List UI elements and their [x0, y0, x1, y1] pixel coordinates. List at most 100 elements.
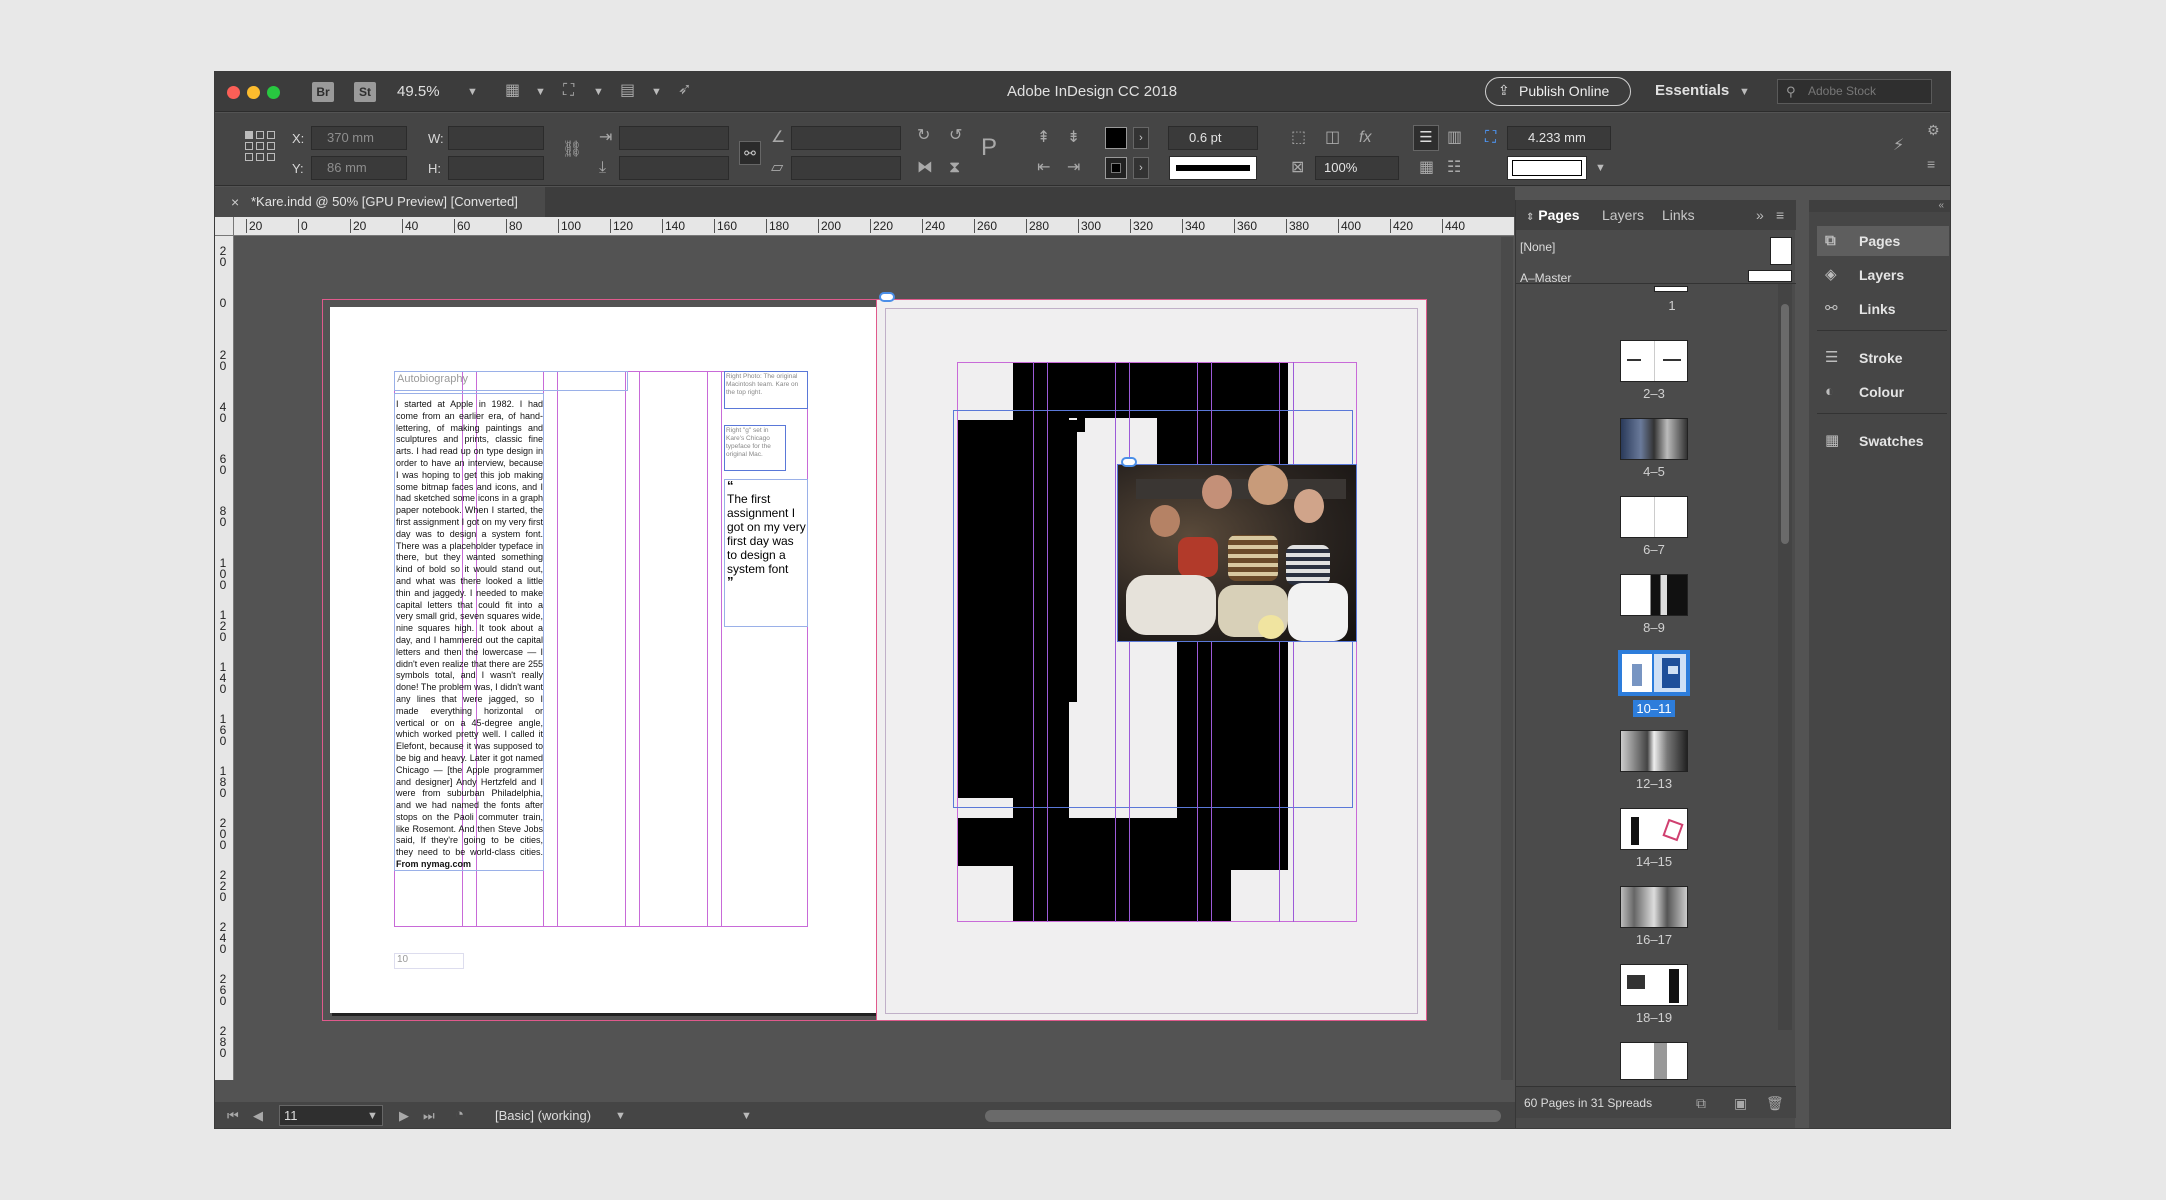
y-position-field[interactable]: 86 mm	[311, 156, 407, 180]
ruler-origin[interactable]	[215, 217, 234, 236]
scale-y-field[interactable]	[619, 156, 729, 180]
dock-collapse-icon[interactable]: «	[1809, 200, 1950, 212]
align-bottom-icon[interactable]: ☷	[1447, 159, 1461, 177]
link-badge-icon[interactable]	[879, 292, 895, 302]
dock-stroke[interactable]: ☰ Stroke	[1817, 343, 1949, 373]
scale-y-icon[interactable]: ⤓	[599, 159, 606, 177]
fill-swatch[interactable]	[1105, 127, 1127, 149]
stroke-weight-field[interactable]: 0.6 pt	[1168, 126, 1258, 150]
thumb-spread-4-5[interactable]	[1620, 418, 1688, 460]
tab-links[interactable]: Links	[1662, 200, 1695, 230]
page-number-folio[interactable]: 10	[394, 953, 464, 969]
thumb-page-1[interactable]	[1654, 286, 1688, 292]
adobe-stock-search[interactable]: ⚲ Adobe Stock	[1777, 79, 1932, 104]
first-page-icon[interactable]: ⏮	[227, 1107, 239, 1125]
zoom-window-button[interactable]	[267, 86, 280, 99]
align-top-icon[interactable]: ▦	[1419, 159, 1434, 177]
rotate-ccw-icon[interactable]: ↺	[949, 127, 962, 145]
flip-horizontal-icon[interactable]: ⧓	[917, 159, 933, 177]
quick-apply-icon[interactable]: ⚡	[1893, 137, 1904, 155]
next-page-icon[interactable]: ▶	[399, 1107, 409, 1125]
frame-fitting-icon[interactable]: ⬚	[1291, 129, 1306, 147]
view-options-icon[interactable]: ▦	[505, 82, 520, 100]
photo-link-icon[interactable]	[1121, 457, 1137, 467]
pasteboard[interactable]: Autobiography I started at Apple in 1982…	[235, 237, 1513, 1080]
vertical-ruler[interactable]: 20 0 20 40 60 80 100 120 140 160 180 200 220 240 260 28…	[215, 236, 234, 1080]
chevron-down-icon[interactable]: ▼	[741, 1110, 752, 1122]
publish-online-button[interactable]: ⇪ Publish Online	[1485, 77, 1631, 106]
size-field[interactable]: 4.233 mm	[1507, 126, 1611, 150]
dock-links[interactable]: ⚯ Links	[1817, 294, 1949, 324]
stroke-type-selector[interactable]	[1169, 156, 1257, 180]
arrange-documents-icon[interactable]: ▤	[620, 82, 635, 100]
page-10[interactable]: Autobiography I started at Apple in 1982…	[330, 307, 876, 1013]
thumb-spread-12-13[interactable]	[1620, 730, 1688, 772]
width-field[interactable]	[448, 126, 544, 150]
none-master[interactable]: [None]	[1520, 240, 1555, 254]
dock-colour[interactable]: ◐ Colour	[1817, 377, 1949, 407]
workspace-switcher[interactable]: Essentials	[1655, 82, 1729, 99]
chevron-down-icon[interactable]: ▼	[1595, 162, 1606, 174]
select-container-icon[interactable]: ⇞	[1037, 129, 1050, 147]
none-master-thumb[interactable]	[1770, 237, 1792, 265]
dock-pages[interactable]: ⧉ Pages	[1817, 226, 1949, 256]
bridge-button[interactable]: Br	[312, 82, 334, 102]
horizontal-scrollbar-thumb[interactable]	[985, 1110, 1501, 1122]
preflight-profile[interactable]: [Basic] (working)	[495, 1108, 591, 1123]
preflight-status-icon[interactable]: ◔	[455, 1106, 464, 1124]
dock-layers[interactable]: ◈ Layers	[1817, 260, 1949, 290]
thumb-spread-8-9[interactable]	[1620, 574, 1688, 616]
last-page-icon[interactable]: ⏭	[423, 1107, 435, 1125]
zoom-level[interactable]: 49.5%	[397, 83, 440, 100]
stroke-style-selector[interactable]	[1507, 156, 1587, 180]
trash-icon[interactable]: 🗑	[1766, 1094, 1784, 1112]
page-size-icon[interactable]: ⧉	[1696, 1094, 1706, 1112]
select-content-icon[interactable]: ⇟	[1067, 129, 1080, 147]
drop-shadow-icon[interactable]: ◫	[1325, 129, 1340, 147]
wrap-around-icon[interactable]: ▥	[1447, 129, 1462, 147]
thumb-spread-10-11-selected[interactable]	[1618, 650, 1690, 696]
close-icon[interactable]: ×	[231, 187, 239, 217]
screen-mode-icon[interactable]: ⛶	[563, 82, 574, 100]
link-scale-icon[interactable]: ⚯	[739, 141, 761, 165]
select-next-icon[interactable]: ⇥	[1067, 159, 1080, 177]
a-master-thumb[interactable]	[1748, 270, 1792, 282]
document-tab[interactable]: × *Kare.indd @ 50% [GPU Preview] [Conver…	[215, 187, 545, 217]
dock-swatches[interactable]: ▦ Swatches	[1817, 426, 1949, 456]
chevron-down-icon[interactable]: ▼	[535, 86, 546, 98]
pages-scrollbar[interactable]	[1778, 284, 1792, 1030]
x-position-field[interactable]: 370 mm	[311, 126, 407, 150]
section-heading[interactable]: Autobiography	[394, 371, 628, 391]
glyph-caption[interactable]: Right "g" set in Kare's Chicago typeface…	[724, 425, 786, 471]
horizontal-ruler[interactable]: 20 0 20 40 60 80 100 120 140 160 180 200 220 240 260 28…	[234, 217, 1514, 236]
scale-x-field[interactable]	[619, 126, 729, 150]
document-vertical-scrollbar[interactable]	[1501, 237, 1513, 1080]
pull-quote-frame[interactable]: “ The first assignment I got on my very …	[724, 479, 808, 627]
thumb-spread-16-17[interactable]	[1620, 886, 1688, 928]
height-field[interactable]	[448, 156, 544, 180]
team-photo[interactable]	[1117, 464, 1357, 642]
effects-fx-icon[interactable]: fx	[1359, 129, 1371, 147]
chevron-down-icon[interactable]: ▼	[367, 1110, 378, 1122]
shear-field[interactable]	[791, 156, 901, 180]
stroke-menu-icon[interactable]: ›	[1133, 157, 1149, 179]
page-11[interactable]	[876, 292, 1427, 1021]
shear-angle-icon[interactable]: ▱	[771, 159, 783, 177]
zoom-dropdown-icon[interactable]: ▼	[467, 86, 478, 98]
tab-layers[interactable]: Layers	[1602, 200, 1644, 230]
new-page-icon[interactable]: ▣	[1734, 1094, 1747, 1112]
reference-point-icon[interactable]	[245, 131, 275, 161]
panel-expand-icon[interactable]: »	[1756, 200, 1764, 230]
photo-caption[interactable]: Right Photo: The original Macintosh team…	[724, 371, 808, 409]
constrain-proportions-icon[interactable]: ⛓	[562, 141, 582, 159]
select-previous-icon[interactable]: ⇤	[1037, 159, 1050, 177]
auto-fit-icon[interactable]: ⛶	[1485, 129, 1496, 147]
stock-button[interactable]: St	[354, 82, 376, 102]
chevron-down-icon[interactable]: ▼	[593, 86, 604, 98]
previous-page-icon[interactable]: ◀	[253, 1107, 263, 1125]
flip-vertical-icon[interactable]: ⧗	[949, 159, 960, 177]
fill-menu-icon[interactable]: ›	[1133, 127, 1149, 149]
chevron-down-icon[interactable]: ▼	[651, 86, 662, 98]
stroke-swatch[interactable]	[1105, 157, 1127, 179]
thumb-spread-14-15[interactable]	[1620, 808, 1688, 850]
